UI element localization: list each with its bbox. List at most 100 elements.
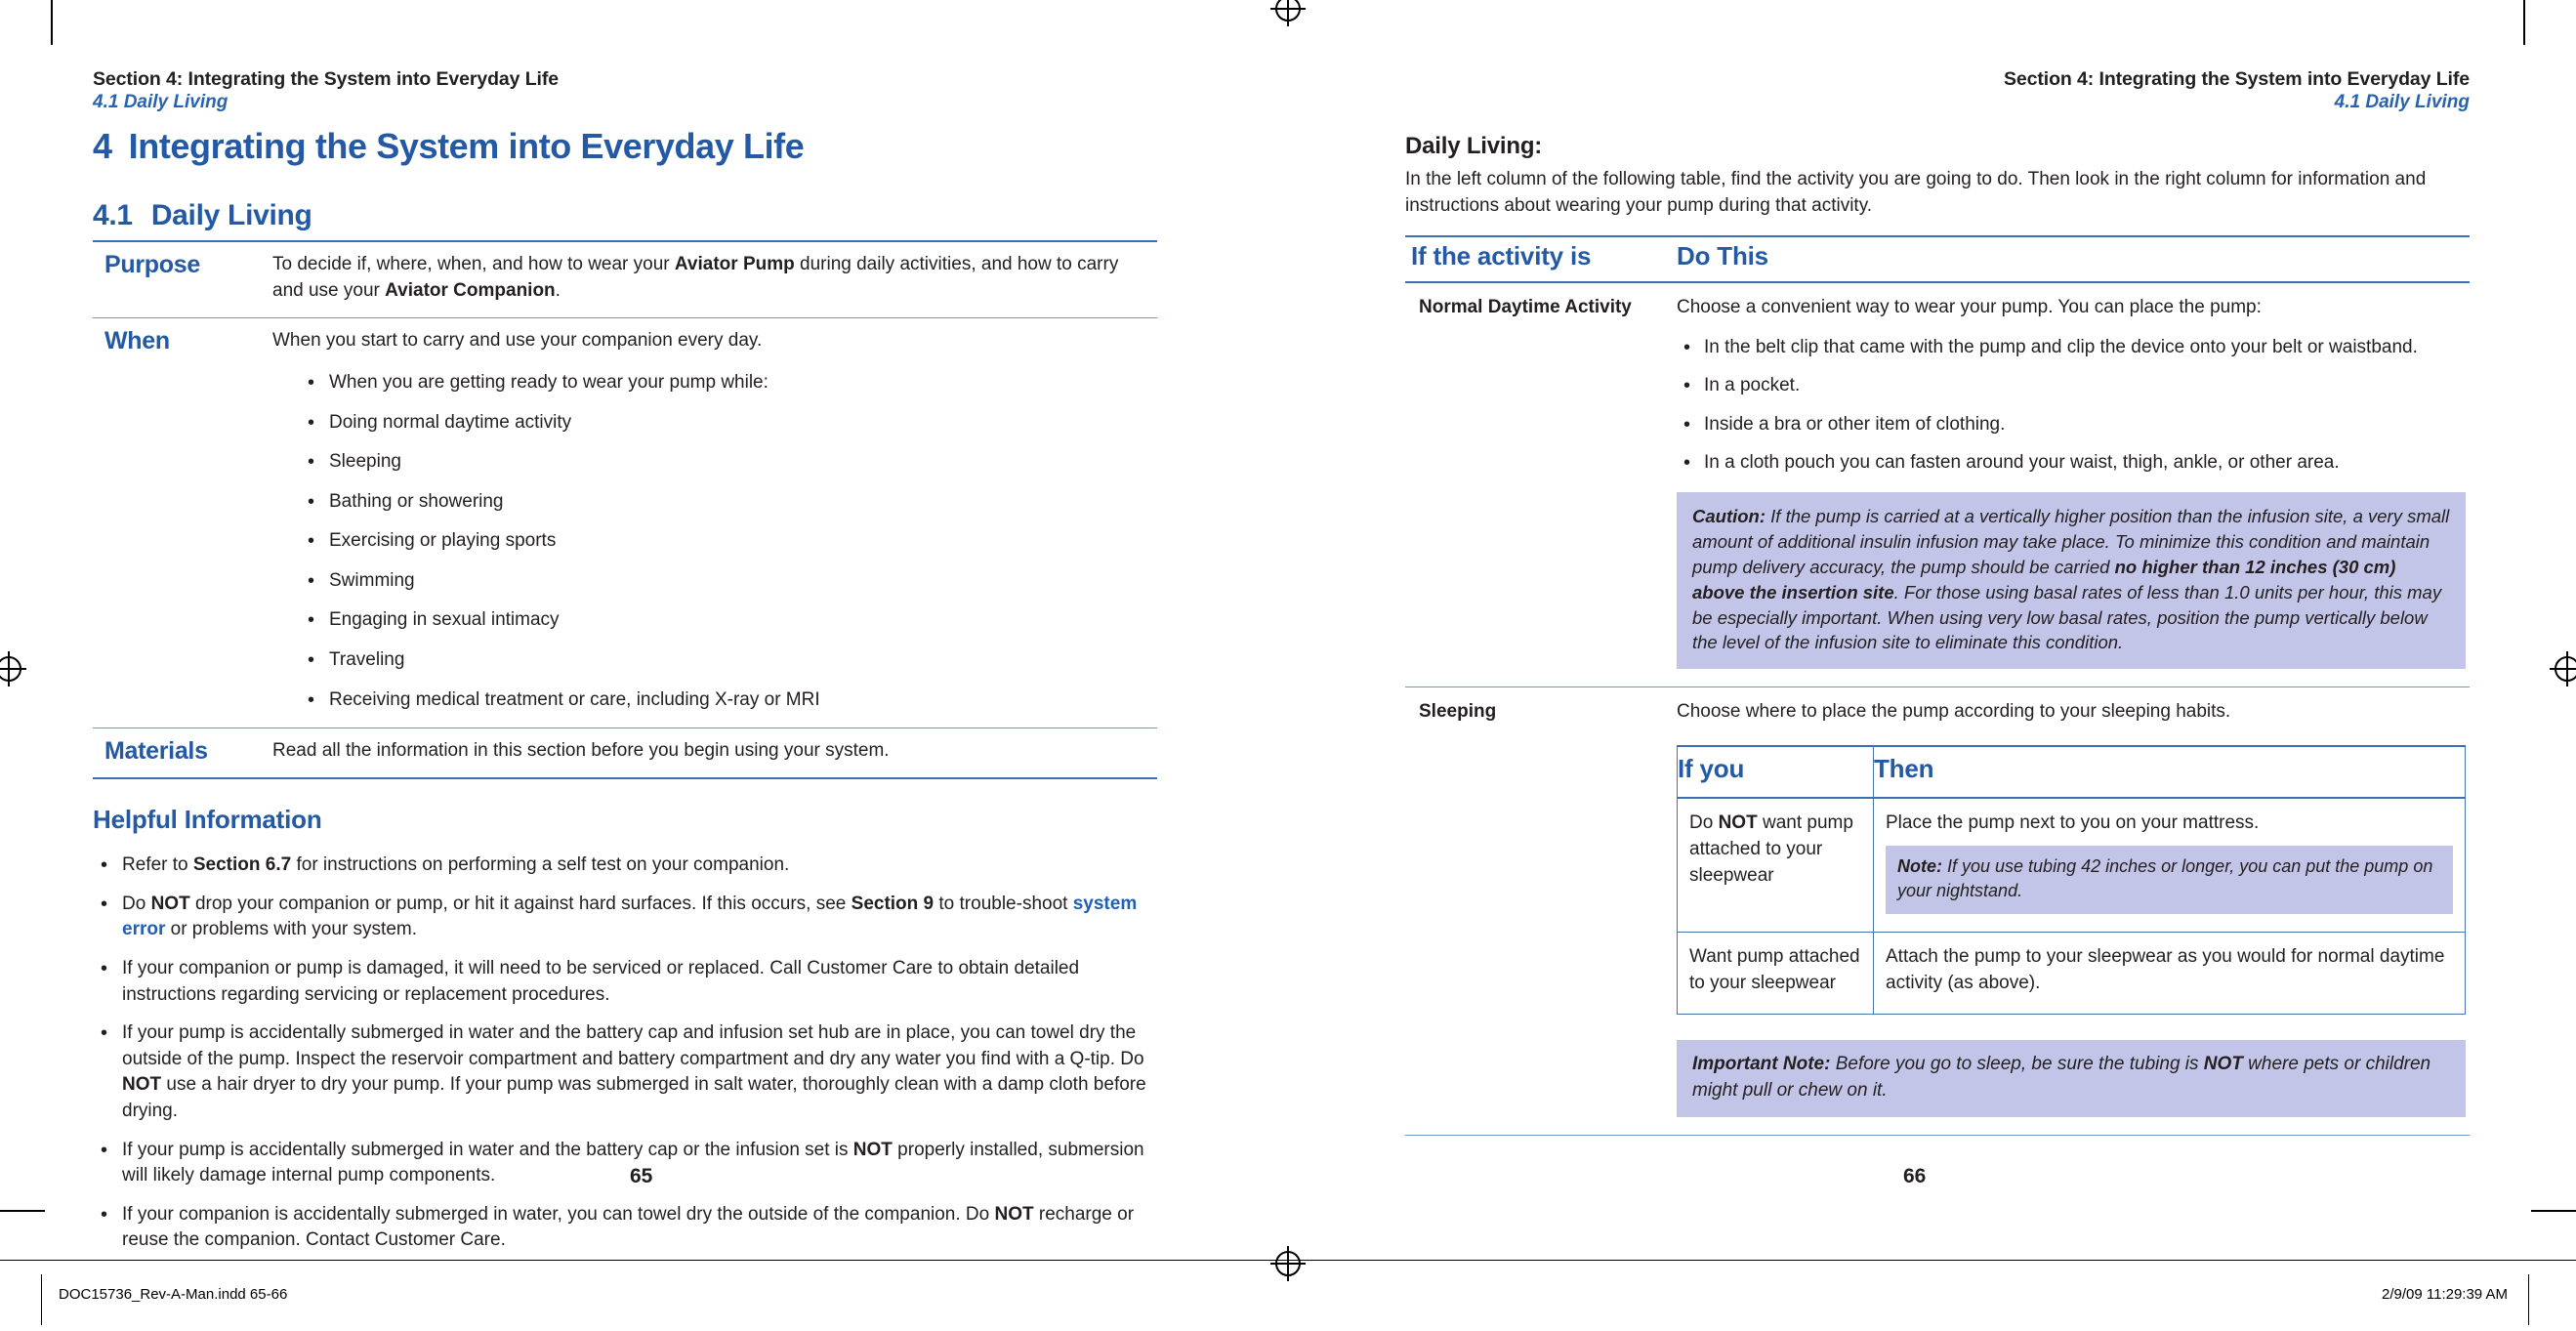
print-slug-bar: DOC15736_Rev-A-Man.indd 65-66 2/9/09 11:…	[0, 1260, 2576, 1331]
important-note-bold: NOT	[2203, 1054, 2243, 1075]
sleeping-lead: Choose where to place the pump according…	[1677, 701, 2231, 723]
table-row-sleeping: Sleeping Choose where to place the pump …	[1405, 686, 2470, 1136]
page-right: Section 4: Integrating the System into E…	[1288, 0, 2576, 1260]
purpose-when-materials-table: Purpose To decide if, where, when, and h…	[93, 239, 1157, 778]
list-item: Refer to Section 6.7 for instructions on…	[93, 852, 1157, 879]
helpful-information-title: Helpful Information	[93, 805, 322, 835]
list-item: If your companion is accidentally submer…	[93, 1201, 1157, 1254]
activity-table-header-row: If the activity is Do This	[1405, 234, 2470, 283]
list-item: In the belt clip that came with the pump…	[1677, 334, 2466, 361]
list-item: Traveling	[298, 646, 1145, 674]
slug-divider-left	[41, 1274, 42, 1325]
important-note-text-1: Before you go to sleep, be sure the tubi…	[1830, 1054, 2204, 1075]
sleeping-if-then-table: If you Then Do NOT want pump attached to…	[1677, 745, 2466, 1016]
daily-living-intro-title: Daily Living:	[1405, 132, 1543, 159]
table-row-materials: Materials Read all the information in th…	[93, 728, 1157, 778]
activity-table: If the activity is Do This Normal Daytim…	[1405, 234, 2470, 1137]
list-item: In a cloth pouch you can fasten around y…	[1677, 449, 2466, 477]
pwm-table-bottom-rule	[93, 777, 1157, 780]
sleeping-note-text: If you use tubing 42 inches or longer, y…	[1897, 856, 2433, 901]
list-item: If your companion or pump is damaged, it…	[93, 955, 1157, 1008]
sleeping-table-row-2: Want pump attached to your sleepwear Att…	[1677, 931, 2466, 1016]
when-label: When	[93, 316, 272, 728]
list-item: Doing normal daytime activity	[298, 409, 1145, 437]
sleeping-note-lead: Note:	[1897, 856, 1942, 877]
activity-table-foot	[1405, 1134, 2470, 1137]
list-item: Bathing or showering	[298, 488, 1145, 516]
running-head-sub-right: 4.1 Daily Living	[2334, 92, 2470, 112]
sleeping-then-cell-1: Place the pump next to you on your mattr…	[1873, 797, 2466, 933]
activity-name-sleeping: Sleeping	[1405, 686, 1665, 1136]
page-right-content: Section 4: Integrating the System into E…	[1405, 68, 2470, 1137]
purpose-text-1: To decide if, where, when, and how to we…	[272, 254, 675, 274]
materials-label: Materials	[93, 728, 272, 778]
list-item: If your pump is accidentally submerged i…	[93, 1019, 1157, 1124]
activity-name-normal-daytime: Normal Daytime Activity	[1419, 296, 1632, 317]
sleeping-if-text-1a: Do	[1689, 812, 1719, 834]
page-spread: Section 4: Integrating the System into E…	[0, 0, 2576, 1331]
page-left-content: Section 4: Integrating the System into E…	[93, 68, 1157, 1256]
emphasis-text: NOT	[122, 1074, 162, 1096]
normal-daytime-bullet-list: In the belt clip that came with the pump…	[1677, 334, 2466, 477]
list-item: Engaging in sexual intimacy	[298, 606, 1145, 634]
helpful-information-list: Refer to Section 6.7 for instructions on…	[93, 852, 1157, 1254]
daily-living-intro-text: In the left column of the following tabl…	[1405, 168, 2427, 216]
list-item: Swimming	[298, 567, 1145, 595]
running-head-sub-left: 4.1 Daily Living	[93, 92, 229, 112]
subsection-number: 4.1	[93, 199, 133, 231]
table-row-normal-daytime: Normal Daytime Activity Choose a conveni…	[1405, 282, 2470, 687]
table-row-purpose: Purpose To decide if, where, when, and h…	[93, 239, 1157, 318]
normal-daytime-lead: Choose a convenient way to wear your pum…	[1677, 296, 2262, 317]
body-text: If your pump is accidentally submerged i…	[122, 1022, 1144, 1069]
sleeping-then-text-1: Place the pump next to you on your mattr…	[1886, 812, 2260, 834]
sleeping-if-cell-2: Want pump attached to your sleepwear	[1677, 931, 1874, 1016]
body-text: or problems with your system.	[165, 919, 417, 940]
sleeping-table-head: If you Then	[1677, 745, 2466, 800]
body-text: use a hair dryer to dry your pump. If yo…	[122, 1074, 1146, 1121]
if-you-header: If you	[1677, 745, 1874, 800]
activity-table-body: Normal Daytime Activity Choose a conveni…	[1405, 282, 2470, 1136]
then-header: Then	[1873, 745, 2466, 800]
section-title-text: Integrating the System into Everyday Lif…	[128, 125, 805, 166]
caution-lead: Caution:	[1692, 505, 1766, 526]
body-text: Do	[122, 893, 151, 914]
list-item: If your pump is accidentally submerged i…	[93, 1137, 1157, 1189]
when-text: When you start to carry and use your com…	[272, 329, 763, 351]
running-head-main-right: Section 4: Integrating the System into E…	[2004, 68, 2470, 90]
when-bullet-list: When you are getting ready to wear your …	[298, 369, 1145, 714]
purpose-bold-2: Aviator Companion	[385, 279, 556, 301]
subsection-heading: 4.1 Daily Living	[93, 199, 1157, 231]
list-item: Do NOT drop your companion or pump, or h…	[93, 891, 1157, 943]
materials-value: Read all the information in this section…	[272, 728, 1157, 778]
body-text: for instructions on performing a self te…	[291, 854, 790, 876]
body-text: If your companion or pump is damaged, it…	[122, 958, 1080, 1005]
slug-file-name: DOC15736_Rev-A-Man.indd 65-66	[59, 1286, 288, 1303]
activity-table-bottom-rule-row	[1405, 1134, 2470, 1137]
sleeping-table-header-row: If you Then	[1677, 745, 2466, 800]
page-number-left: 65	[630, 1165, 653, 1187]
purpose-label: Purpose	[93, 239, 272, 318]
list-item: Exercising or playing sports	[298, 527, 1145, 555]
sleeping-table-row-1: Do NOT want pump attached to your sleepw…	[1677, 797, 2466, 933]
emphasis-text: NOT	[852, 1139, 893, 1160]
subsection-title-text: Daily Living	[150, 199, 312, 231]
list-item: In a pocket.	[1677, 372, 2466, 399]
important-note-lead: Important Note:	[1692, 1054, 1831, 1075]
emphasis-text: Section 9	[851, 893, 935, 914]
list-item: Receiving medical treatment or care, inc…	[298, 686, 1145, 714]
activity-detail-sleeping: Choose where to place the pump according…	[1665, 686, 2470, 1136]
important-note-callout: Important Note: Before you go to sleep, …	[1677, 1040, 2466, 1117]
when-value: When you start to carry and use your com…	[272, 316, 1157, 728]
page-left: Section 4: Integrating the System into E…	[0, 0, 1288, 1260]
sleeping-then-cell-2: Attach the pump to your sleepwear as you…	[1873, 931, 2466, 1016]
activity-table-bottom-rule	[1405, 1134, 2470, 1137]
sleeping-if-cell-1: Do NOT want pump attached to your sleepw…	[1677, 797, 1874, 933]
section-number: 4	[93, 125, 112, 166]
list-item: Sleeping	[298, 448, 1145, 476]
purpose-value: To decide if, where, when, and how to we…	[272, 239, 1157, 318]
body-text: If your companion is accidentally submer…	[122, 1203, 995, 1225]
purpose-bold-1: Aviator Pump	[674, 254, 795, 274]
slug-timestamp: 2/9/09 11:29:39 AM	[2382, 1286, 2508, 1303]
sleeping-table-body: Do NOT want pump attached to your sleepw…	[1677, 797, 2466, 1016]
purpose-text-3: .	[555, 279, 561, 301]
